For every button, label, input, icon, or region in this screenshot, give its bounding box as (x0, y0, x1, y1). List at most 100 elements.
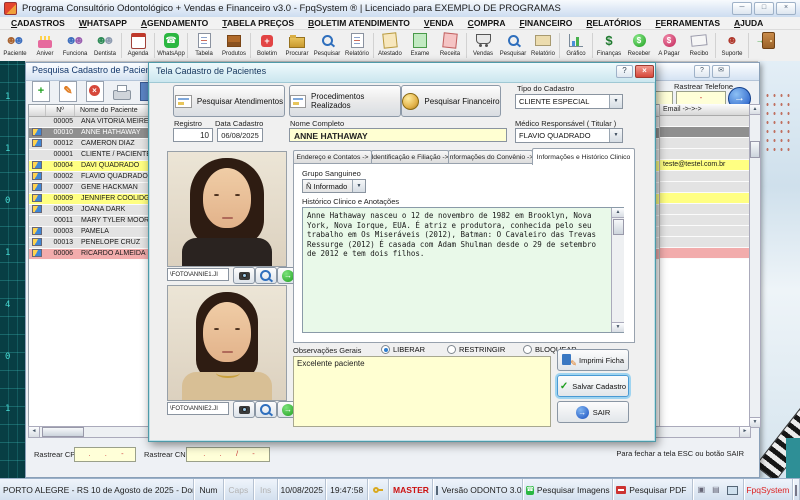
toolbar-relatorio-venda[interactable]: Relatório (528, 30, 558, 61)
tab-informacoes-convenio[interactable]: Informações do Convênio -> (448, 150, 533, 164)
panel-mail-icon[interactable]: ✉ (712, 65, 730, 78)
status-pesquisar-imagens[interactable]: ☎ Pesquisar Imagens (523, 479, 613, 500)
historico-scrollbar[interactable]: ▲ ▼ (611, 208, 624, 332)
toolbar-funciona[interactable]: ☻☻Funciona (60, 30, 90, 61)
row-email[interactable]: teste@testel.com.br (660, 160, 750, 171)
scroll-left-icon[interactable]: ◄ (29, 427, 40, 437)
row-email[interactable] (660, 215, 750, 226)
dialog-help-button[interactable]: ? (616, 65, 633, 78)
row-email[interactable] (660, 237, 750, 248)
row-email[interactable] (660, 182, 750, 193)
photo2-path-field[interactable]: \FOTO\ANNIE2.JI (167, 402, 229, 415)
menu-ferramentas[interactable]: FERRAMENTAS (648, 18, 727, 28)
tab-identificacao-filiacao[interactable]: Identificação e Filiação -> (371, 150, 449, 164)
menu-tabela-precos[interactable]: TABELA PREÇOS (215, 18, 301, 28)
cnpj-input[interactable]: . . / - (186, 447, 270, 462)
vertical-scrollbar[interactable]: ▲ ▼ (749, 104, 761, 428)
toolbar-a-pagar[interactable]: $A Pagar (654, 30, 684, 61)
scroll-down-icon[interactable]: ▼ (750, 417, 760, 427)
radio-restringir[interactable]: RESTRINGIR (447, 345, 505, 354)
toolbar-financas[interactable]: $Finanças (594, 30, 624, 61)
header-num[interactable]: Nº (46, 105, 75, 116)
toolbar-whatsapp[interactable]: ☎WhatsApp (156, 30, 186, 61)
chevron-down-icon[interactable]: ▼ (609, 95, 622, 108)
minimize-button[interactable]: ─ (732, 2, 752, 15)
magnifier-icon[interactable] (255, 267, 277, 284)
row-email[interactable] (660, 127, 750, 138)
printer-icon[interactable]: ▤ (712, 486, 720, 494)
menu-relatorios[interactable]: RELATÓRIOS (579, 18, 648, 28)
observacoes-textarea[interactable]: Excelente paciente (293, 356, 551, 427)
cpf-input[interactable]: . . - (74, 447, 136, 462)
tab-endereco-contatos[interactable]: Endereço e Contatos -> (293, 150, 372, 164)
toolbar-pesquisar-venda[interactable]: Pesquisar (498, 30, 528, 61)
row-email[interactable] (660, 193, 750, 204)
row-email[interactable] (660, 204, 750, 215)
row-email[interactable] (660, 248, 750, 259)
medico-select[interactable]: FLAVIO QUADRADO▼ (515, 128, 623, 143)
tipo-cadastro-select[interactable]: CLIENTE ESPECIAL▼ (515, 94, 623, 109)
toolbar-boletim[interactable]: +Boletim (252, 30, 282, 61)
toolbar-receita[interactable]: Receita (435, 30, 465, 61)
data-cadastro-field[interactable]: 06/08/2025 (217, 128, 263, 142)
pesquisar-financeiro-button[interactable]: Pesquisar Financeiro (401, 85, 501, 117)
panel-help-button[interactable]: ? (694, 65, 710, 78)
scroll-right-icon[interactable]: ► (739, 427, 750, 437)
menu-agendamento[interactable]: AGENDAMENTO (134, 18, 215, 28)
toolbar-vendas[interactable]: Vendas (468, 30, 498, 61)
pesquisar-atendimentos-button[interactable]: Pesquisar Atendimentos (173, 85, 285, 117)
menu-whatsapp[interactable]: WHATSAPP (72, 18, 134, 28)
scroll-up-icon[interactable]: ▲ (612, 208, 624, 218)
scrollbar-thumb[interactable] (42, 427, 84, 437)
row-email[interactable] (660, 138, 750, 149)
radio-liberar[interactable]: LIBERAR (381, 345, 425, 354)
salvar-cadastro-button[interactable]: ✓ Salvar Cadastro (557, 375, 629, 397)
menu-boletim-atendimento[interactable]: BOLETIM ATENDIMENTO (301, 18, 417, 28)
add-record-icon[interactable]: + (32, 81, 50, 102)
header-email[interactable]: Email ->->-> (660, 104, 750, 116)
row-email[interactable] (660, 116, 750, 127)
menu-ajuda[interactable]: AJUDA (727, 18, 770, 28)
scroll-up-icon[interactable]: ▲ (750, 105, 760, 115)
sair-button[interactable]: → SAIR (557, 401, 629, 423)
maximize-button[interactable]: □ (754, 2, 774, 15)
dialog-close-button[interactable]: × (635, 65, 654, 78)
registro-field[interactable]: 10 (173, 128, 213, 142)
toolbar-exit[interactable]: → (750, 30, 780, 61)
toolbar-receber[interactable]: $Receber (624, 30, 654, 61)
menu-cadastros[interactable]: CADASTROS (4, 18, 72, 28)
toolbar-dentista[interactable]: ☻☻Dentista (90, 30, 120, 61)
monitor-icon[interactable] (727, 486, 738, 495)
dialog-titlebar[interactable]: Tela Cadastro de Pacientes (149, 63, 655, 83)
camera-icon[interactable] (233, 401, 255, 418)
camera-icon[interactable] (233, 267, 255, 284)
toolbar-relatorio[interactable]: Relatório (342, 30, 372, 61)
delete-record-icon[interactable]: × (86, 81, 104, 102)
procedimentos-realizados-button[interactable]: Procedimentos Realizados (289, 85, 401, 117)
tab-historico-clinico[interactable]: Informações e Histórico Clinico (532, 148, 635, 165)
toolbar-grafico[interactable]: Gráfico (561, 30, 591, 61)
edit-record-icon[interactable]: ✎ (59, 81, 77, 102)
row-email[interactable] (660, 171, 750, 182)
radio-icon[interactable] (447, 345, 456, 354)
grupo-sanguineo-select[interactable]: Ñ Informado▼ (302, 179, 366, 193)
toolbar-produtos[interactable]: Produtos (219, 30, 249, 61)
toolbar-pesquisar[interactable]: Pesquisar (312, 30, 342, 61)
scroll-down-icon[interactable]: ▼ (612, 322, 624, 332)
menu-compra[interactable]: COMPRA (461, 18, 513, 28)
header-name[interactable]: Nome do Paciente (75, 105, 138, 116)
toolbar-aniver[interactable]: Aniver (30, 30, 60, 61)
imprimir-ficha-button[interactable]: ✎ Imprimi Ficha (557, 349, 629, 371)
toolbar-procurar[interactable]: Procurar (282, 30, 312, 61)
print-icon[interactable] (113, 90, 131, 100)
menu-financeiro[interactable]: FINANCEIRO (512, 18, 579, 28)
radio-selected-icon[interactable] (381, 345, 390, 354)
folder-icon[interactable]: ▣ (698, 486, 706, 494)
scrollbar-thumb[interactable] (750, 141, 760, 158)
row-email[interactable] (660, 226, 750, 237)
photo1-path-field[interactable]: \FOTO\ANNIE1.JI (167, 268, 229, 281)
close-button[interactable]: × (776, 2, 796, 15)
scrollbar-thumb[interactable] (613, 219, 624, 235)
toolbar-tabela[interactable]: Tabela (189, 30, 219, 61)
radio-icon[interactable] (523, 345, 532, 354)
